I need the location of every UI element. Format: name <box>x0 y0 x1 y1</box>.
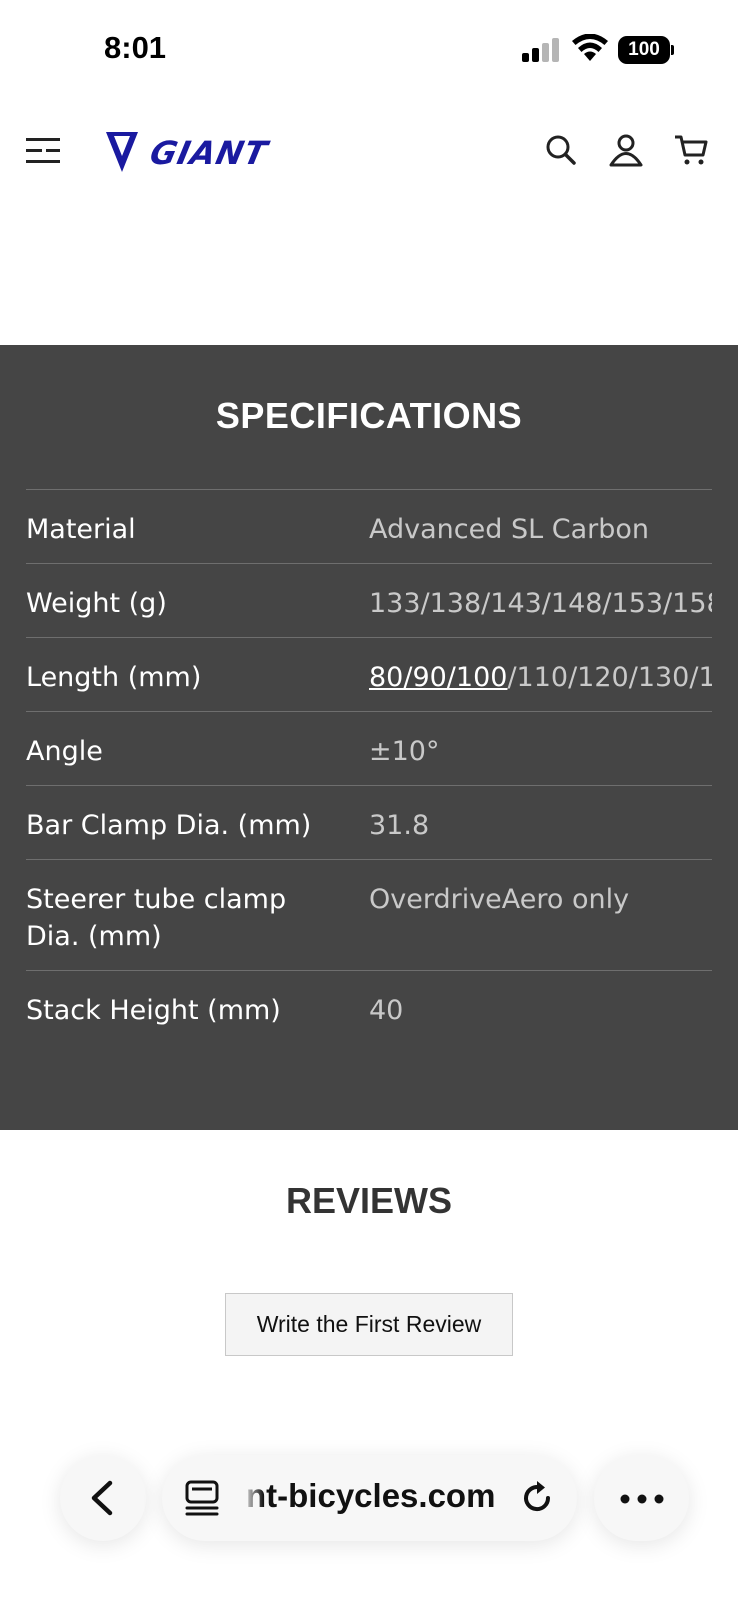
spec-row-length: Length (mm) 80/90/100/110/120/130/14 <box>26 638 712 712</box>
more-button[interactable] <box>594 1455 689 1541</box>
spec-label: Steerer tube clamp Dia. (mm) <box>26 884 287 952</box>
spec-value: Advanced SL Carbon <box>369 514 649 545</box>
spec-value: ±10° <box>369 736 440 767</box>
cellular-signal-icon <box>522 38 559 62</box>
back-button[interactable] <box>60 1455 146 1541</box>
brand-wordmark: GIANT <box>147 134 273 172</box>
more-icon <box>620 1494 664 1504</box>
spec-row-weight: Weight (g) 133/138/143/148/153/158/ <box>26 564 712 638</box>
spec-row-stack-height: Stack Height (mm) 40 <box>26 971 712 1045</box>
url-text: nt-bicycles.com <box>246 1477 496 1514</box>
length-link[interactable]: 80/90/100 <box>369 662 507 693</box>
reload-icon[interactable] <box>518 1479 556 1517</box>
giant-logo[interactable]: GIANT <box>104 128 326 176</box>
spec-row-angle: Angle ±10° <box>26 712 712 786</box>
spec-row-steerer-clamp: Steerer tube clamp Dia. (mm) OverdriveAe… <box>26 860 712 971</box>
battery-level: 100 <box>618 36 670 64</box>
site-header: GIANT <box>0 110 738 200</box>
status-bar: 8:01 100 <box>0 0 738 100</box>
status-time: 8:01 <box>104 30 167 65</box>
write-review-button[interactable]: Write the First Review <box>225 1293 513 1356</box>
spec-label: Stack Height (mm) <box>26 995 281 1026</box>
spec-value: 40 <box>369 995 404 1026</box>
spec-label: Material <box>26 514 136 545</box>
battery-icon: 100 <box>618 36 674 64</box>
tabs-icon[interactable] <box>184 1479 220 1517</box>
spec-value: 133/138/143/148/153/158/ <box>369 588 712 619</box>
account-icon[interactable] <box>608 132 644 168</box>
wifi-icon <box>572 34 608 61</box>
spec-value: 80/90/100/110/120/130/14 <box>369 659 712 696</box>
spec-value: OverdriveAero only <box>369 884 630 915</box>
spec-label: Angle <box>26 736 103 767</box>
spec-label: Bar Clamp Dia. (mm) <box>26 810 312 841</box>
spec-value: 31.8 <box>369 810 430 841</box>
specifications-title: SPECIFICATIONS <box>215 395 523 436</box>
cart-icon[interactable] <box>673 132 709 168</box>
specifications-table: Material Advanced SL Carbon Weight (g) 1… <box>26 489 712 1045</box>
search-icon[interactable] <box>543 132 579 168</box>
back-icon <box>91 1480 113 1516</box>
reviews-title: REVIEWS <box>285 1180 453 1221</box>
menu-icon[interactable] <box>24 134 64 168</box>
address-bar[interactable]: nt-bicycles.com <box>162 1455 577 1541</box>
specifications-section: SPECIFICATIONS Material Advanced SL Carb… <box>0 345 738 1130</box>
spec-label: Length (mm) <box>26 662 202 693</box>
spec-label: Weight (g) <box>26 588 167 619</box>
browser-toolbar: nt-bicycles.com <box>0 1440 738 1560</box>
spec-row-material: Material Advanced SL Carbon <box>26 490 712 564</box>
length-rest: /110/120/130/14 <box>507 662 712 693</box>
spec-row-bar-clamp: Bar Clamp Dia. (mm) 31.8 <box>26 786 712 860</box>
